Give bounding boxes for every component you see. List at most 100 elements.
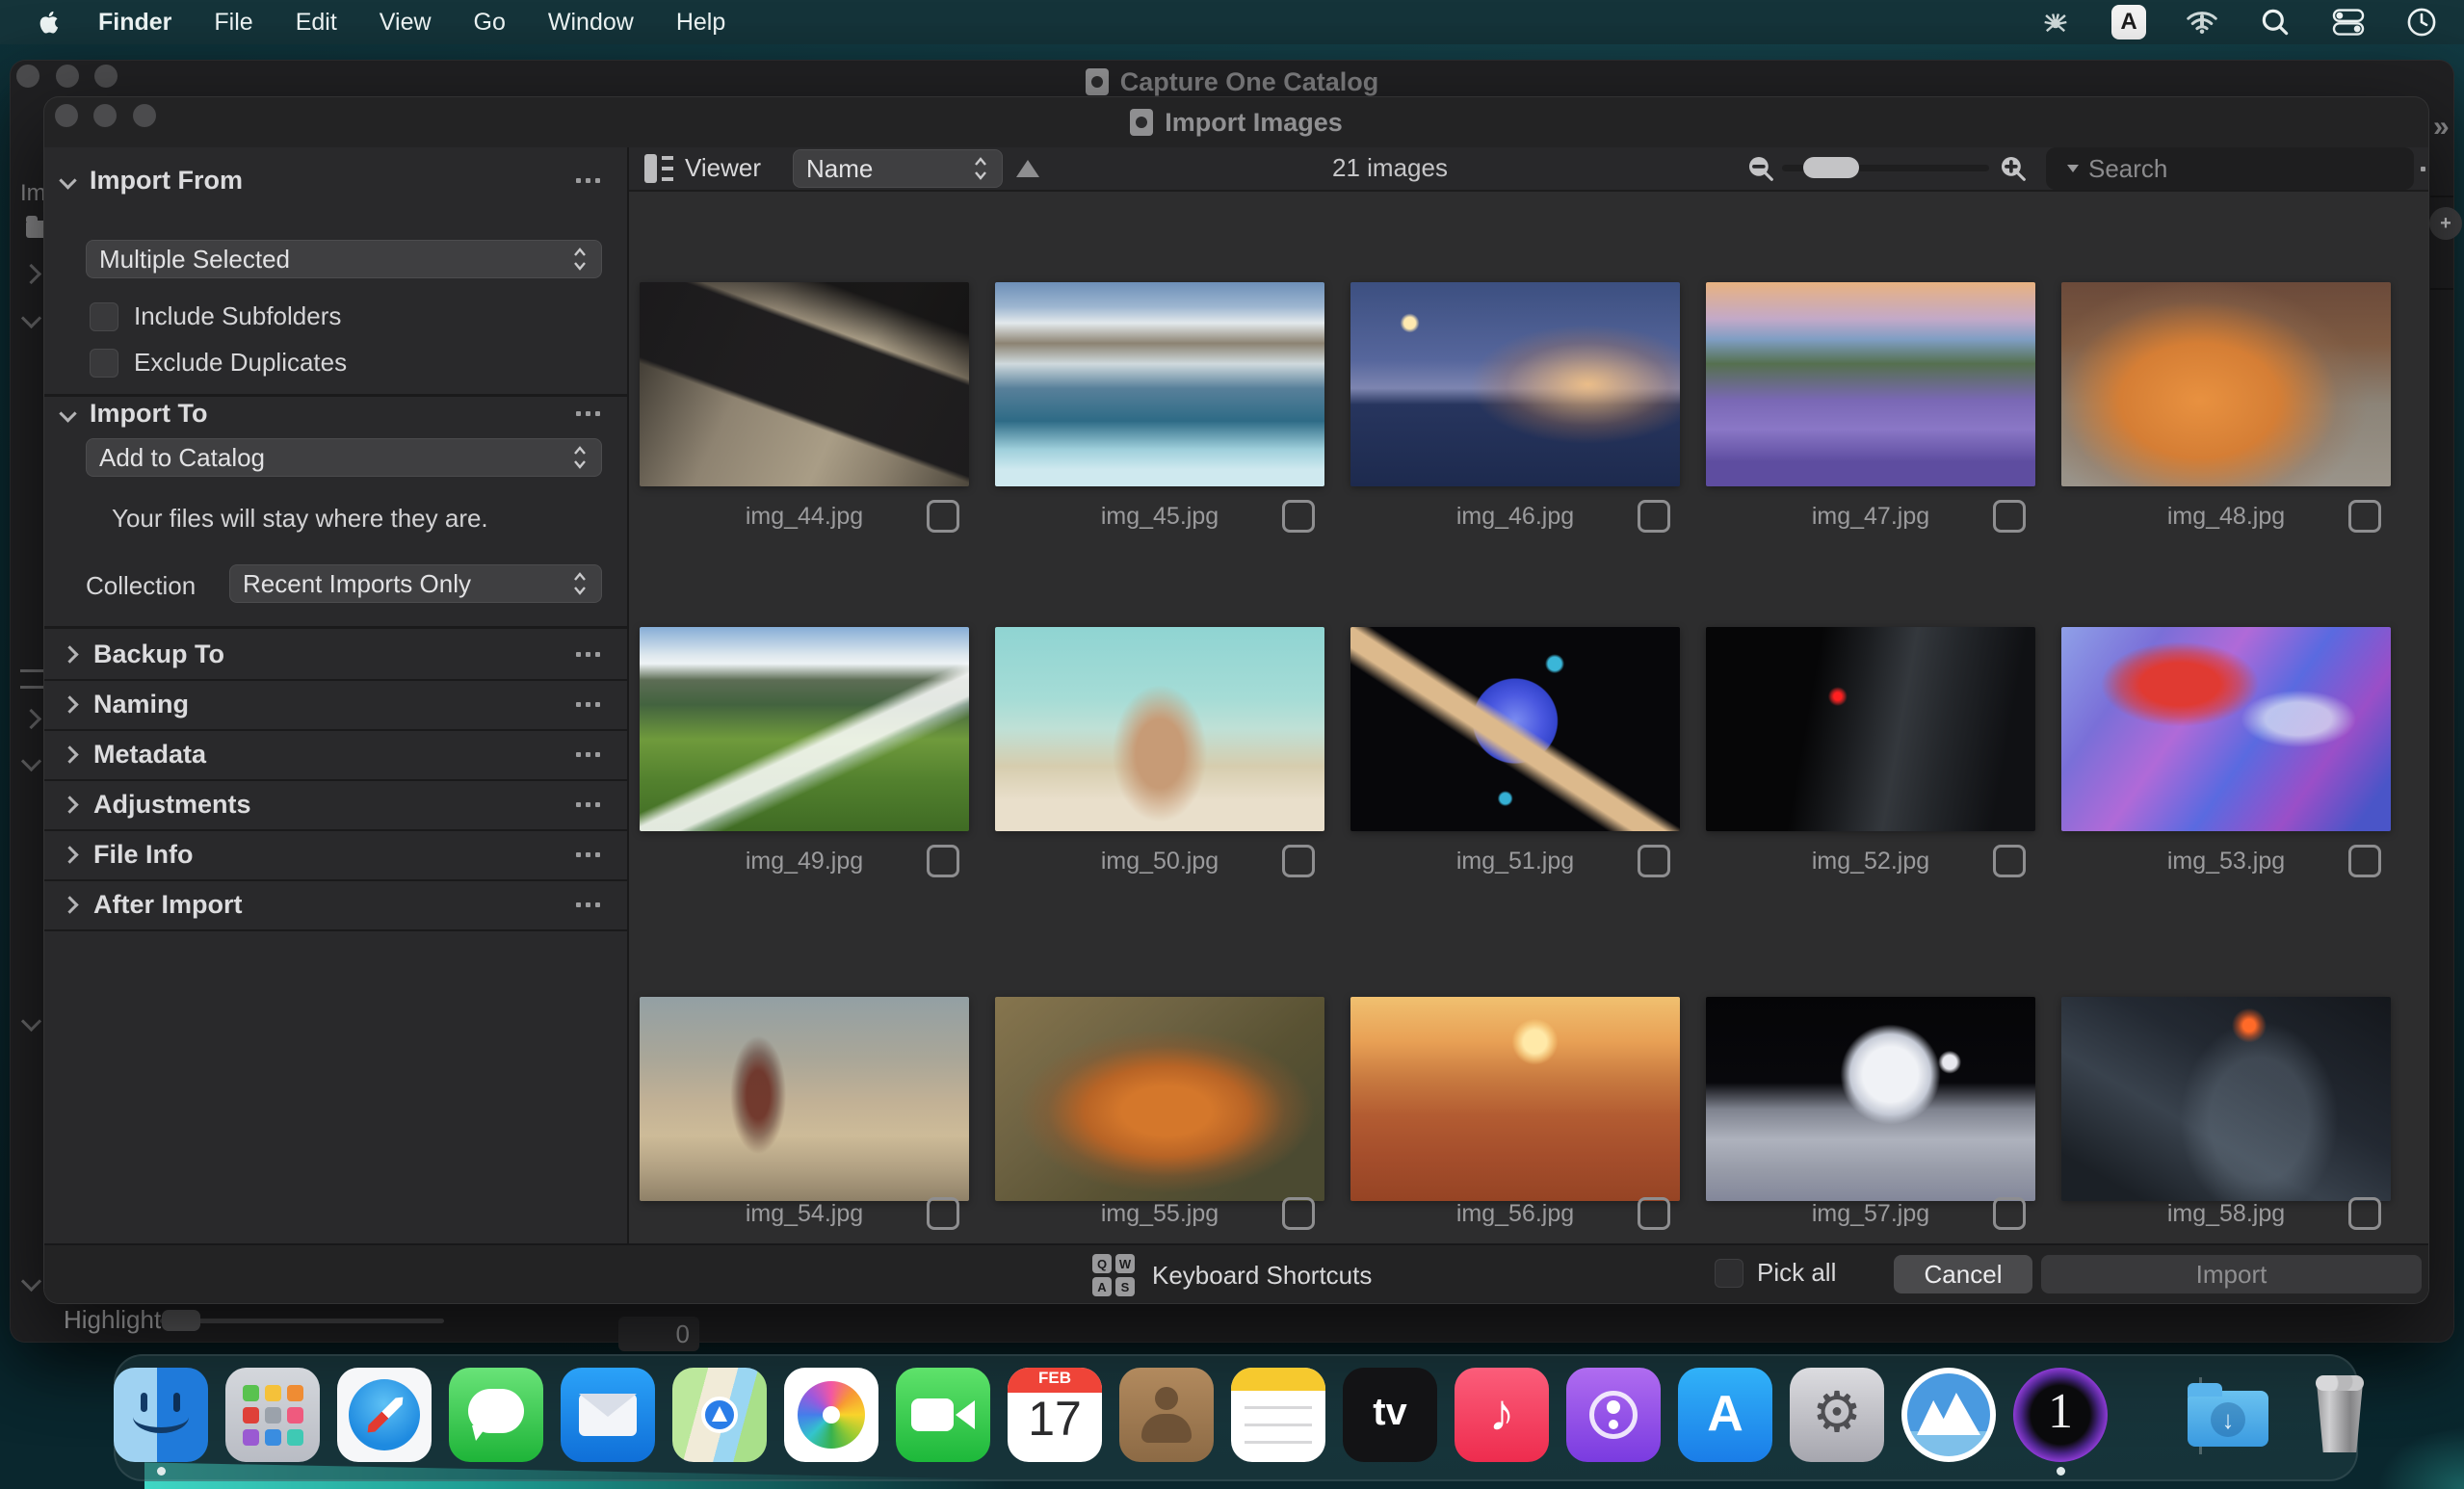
dock-downloads-icon[interactable]: ↓ <box>2181 1368 2275 1462</box>
zoom-out-icon[interactable] <box>1744 152 1777 185</box>
more-options-icon[interactable] <box>576 177 600 183</box>
dock-music-icon[interactable]: ♪ <box>1455 1368 1549 1462</box>
section-import-to[interactable]: Import To <box>44 396 627 431</box>
sidebar-section-adjustments[interactable]: Adjustments <box>44 779 627 831</box>
dock-podcasts-icon[interactable] <box>1566 1368 1661 1462</box>
image-thumbnail[interactable] <box>1706 997 2035 1201</box>
menu-item-window[interactable]: Window <box>548 9 634 37</box>
control-center-icon[interactable] <box>2331 5 2366 39</box>
search-input[interactable] <box>2086 152 2413 185</box>
dock-mountain-icon[interactable] <box>1901 1368 1996 1462</box>
sidebar-section-file-info[interactable]: File Info <box>44 829 627 881</box>
menu-item-view[interactable]: View <box>380 9 432 37</box>
keyboard-shortcuts-label[interactable]: Keyboard Shortcuts <box>1152 1261 1372 1291</box>
highlight-value[interactable]: 0 <box>618 1317 699 1351</box>
more-options-icon[interactable] <box>576 410 600 416</box>
dock-safari-icon[interactable] <box>337 1368 432 1462</box>
viewer-layout-icon[interactable] <box>644 154 673 183</box>
dock-tv-icon[interactable]: tv <box>1343 1368 1437 1462</box>
more-options-icon[interactable] <box>576 901 600 907</box>
dock-captureone-icon[interactable]: 1 <box>2013 1368 2108 1462</box>
zoom-button[interactable] <box>133 104 156 127</box>
menu-item-finder[interactable]: Finder <box>98 9 171 37</box>
sort-by-dropdown[interactable]: Name <box>793 149 1003 188</box>
cancel-button[interactable]: Cancel <box>1894 1255 2032 1293</box>
pick-checkbox[interactable] <box>2348 1197 2381 1230</box>
highlight-slider[interactable]: 0 <box>160 1310 699 1351</box>
dock-facetime-icon[interactable] <box>896 1368 990 1462</box>
search-field[interactable] <box>2046 147 2425 190</box>
dock-trash-icon[interactable] <box>2293 1368 2387 1462</box>
slider-thumb[interactable] <box>162 1310 200 1331</box>
wifi-alert-icon[interactable] <box>2185 5 2219 39</box>
exclude-duplicates-row[interactable]: Exclude Duplicates <box>90 348 347 378</box>
import-source-dropdown[interactable]: Multiple Selected <box>86 240 602 278</box>
include-subfolders-row[interactable]: Include Subfolders <box>90 301 341 331</box>
pick-checkbox[interactable] <box>1282 1197 1315 1230</box>
import-destination-dropdown[interactable]: Add to Catalog <box>86 438 602 477</box>
chevron-down-icon[interactable] <box>20 307 42 329</box>
dock-calendar-icon[interactable]: FEB 17 <box>1008 1368 1102 1462</box>
pick-checkbox[interactable] <box>1993 1197 2026 1230</box>
menu-item-edit[interactable]: Edit <box>296 9 337 37</box>
image-thumbnail[interactable] <box>640 997 969 1201</box>
dock-finder-icon[interactable] <box>114 1368 208 1462</box>
antivirus-spider-icon[interactable] <box>2038 5 2073 39</box>
dock-notes-icon[interactable] <box>1231 1368 1325 1462</box>
close-button[interactable] <box>16 65 39 88</box>
dock-launchpad-icon[interactable] <box>225 1368 320 1462</box>
more-options-icon[interactable] <box>576 651 600 657</box>
clock-icon[interactable] <box>2404 5 2439 39</box>
dock-contacts-icon[interactable] <box>1119 1368 1214 1462</box>
search-scope-caret-icon[interactable] <box>2067 165 2079 172</box>
include-subfolders-checkbox[interactable] <box>90 301 118 331</box>
dock-settings-icon[interactable]: ⚙ <box>1790 1368 1884 1462</box>
thumbnail-size-slider[interactable] <box>1782 157 1989 178</box>
exclude-duplicates-checkbox[interactable] <box>90 348 118 378</box>
more-options-icon[interactable] <box>576 751 600 757</box>
dock-appstore-icon[interactable]: A <box>1678 1368 1772 1462</box>
chevron-down-icon[interactable] <box>20 1270 42 1293</box>
image-thumbnail[interactable] <box>1350 997 1680 1201</box>
sidebar-section-naming[interactable]: Naming <box>44 679 627 731</box>
minimize-button[interactable] <box>93 104 117 127</box>
double-chevron-icon[interactable]: » <box>2433 111 2450 144</box>
spotlight-search-icon[interactable] <box>2258 5 2293 39</box>
dock-photos-icon[interactable] <box>784 1368 878 1462</box>
pick-all-row[interactable]: Pick all <box>1715 1258 1836 1288</box>
close-button[interactable] <box>55 104 78 127</box>
apple-menu-icon[interactable] <box>37 9 60 36</box>
keyboard-shortcuts-icon[interactable]: QW AS <box>1092 1254 1135 1296</box>
sidebar-section-after-import[interactable]: After Import <box>44 879 627 931</box>
menu-item-help[interactable]: Help <box>676 9 725 37</box>
chevron-right-icon[interactable] <box>20 708 42 730</box>
pick-checkbox[interactable] <box>927 1197 959 1230</box>
collection-dropdown[interactable]: Recent Imports Only <box>229 564 602 603</box>
zoom-in-icon[interactable] <box>1997 152 2030 185</box>
minimize-button[interactable] <box>56 65 79 88</box>
menu-item-file[interactable]: File <box>214 9 252 37</box>
import-button[interactable]: Import <box>2041 1255 2422 1293</box>
more-options-icon[interactable] <box>576 801 600 807</box>
chevron-right-icon[interactable] <box>20 263 42 285</box>
dock-mail-icon[interactable] <box>561 1368 655 1462</box>
zoom-plus-icon[interactable]: + <box>2429 207 2462 240</box>
slider-thumb[interactable] <box>1803 157 1859 178</box>
sidebar-section-metadata[interactable]: Metadata <box>44 729 627 781</box>
sidebar-section-backup-to[interactable]: Backup To <box>44 629 627 681</box>
sort-ascending-icon[interactable] <box>1016 160 1039 177</box>
zoom-button[interactable] <box>94 65 118 88</box>
menu-item-go[interactable]: Go <box>474 9 506 37</box>
image-thumbnail[interactable] <box>995 997 1324 1201</box>
search-options-icon[interactable] <box>2421 166 2428 171</box>
chevron-down-icon[interactable] <box>20 750 42 772</box>
adjustments-sliders-icon[interactable] <box>20 669 45 689</box>
pick-checkbox[interactable] <box>1638 1197 1670 1230</box>
dock-maps-icon[interactable] <box>672 1368 767 1462</box>
pick-all-checkbox[interactable] <box>1715 1258 1743 1288</box>
more-options-icon[interactable] <box>576 851 600 857</box>
dock-messages-icon[interactable] <box>449 1368 543 1462</box>
chevron-down-icon[interactable] <box>20 1010 42 1032</box>
input-source-icon[interactable]: A <box>2111 5 2146 39</box>
viewer-label[interactable]: Viewer <box>685 153 761 183</box>
